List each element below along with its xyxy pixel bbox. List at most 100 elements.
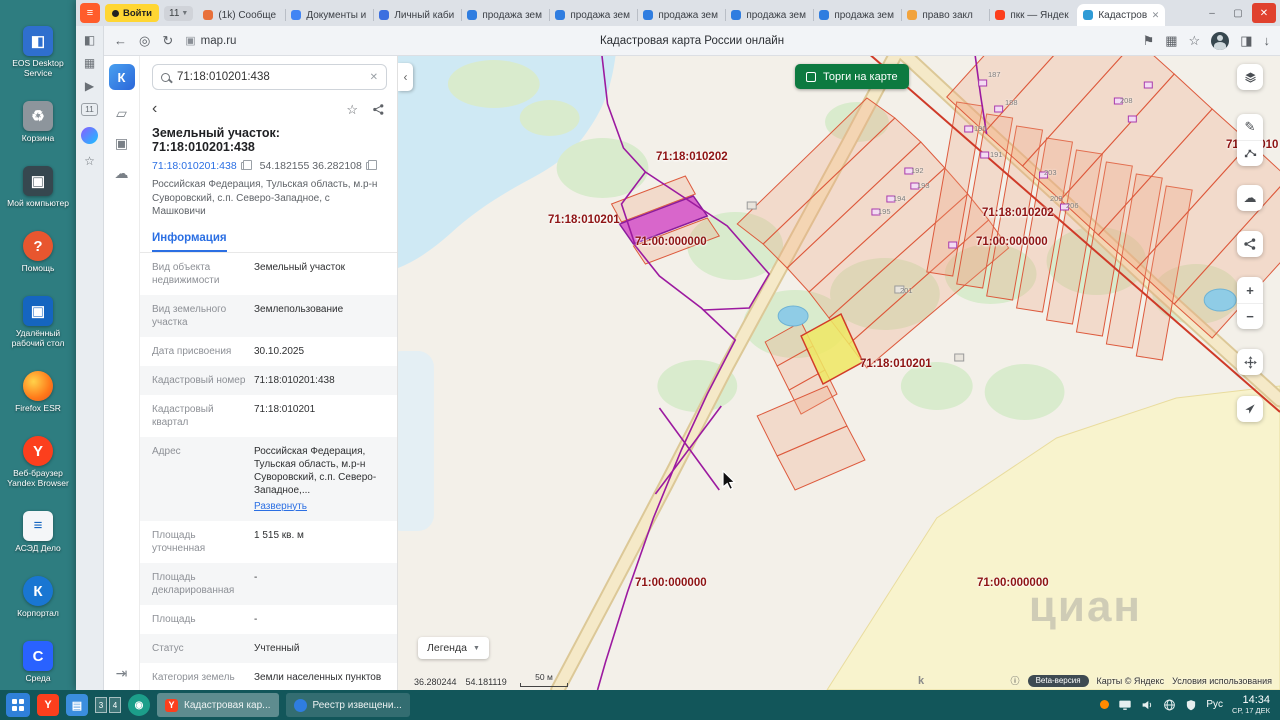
language-indicator[interactable]: Рус: [1206, 699, 1223, 710]
side-panel-icon[interactable]: ◨: [1240, 34, 1252, 47]
browser-tab[interactable]: продажа зем: [637, 4, 725, 26]
flag-icon[interactable]: ⚑: [1143, 34, 1155, 47]
legend-button[interactable]: Легенда ▼: [418, 637, 489, 659]
profile-avatar[interactable]: [1211, 32, 1229, 50]
share-map-button[interactable]: [1237, 231, 1263, 257]
layers-icon: [1243, 70, 1258, 85]
bookmarks-star-icon[interactable]: ☆: [84, 155, 95, 167]
browser-tab[interactable]: Кадастров...✕: [1077, 4, 1165, 26]
building-number: 192: [911, 166, 924, 175]
search-input[interactable]: [177, 71, 363, 83]
desktop-icon[interactable]: ▣Мой компьютер: [1, 166, 75, 209]
building-number: 203: [1044, 168, 1057, 177]
search-box[interactable]: ✕: [152, 64, 387, 90]
desktop-icon[interactable]: ?Помощь: [1, 231, 75, 274]
download-map-button[interactable]: ☁: [1237, 185, 1263, 211]
desktop-icon[interactable]: ≡АСЭД Дело: [1, 511, 75, 554]
map-canvas[interactable]: [398, 56, 1280, 690]
alice-icon[interactable]: [81, 127, 98, 144]
desktop-icon[interactable]: ♻Корзина: [1, 101, 75, 144]
collapse-panel-button[interactable]: ‹: [398, 63, 413, 91]
sidebar-toggle-icon[interactable]: ◧: [84, 34, 95, 46]
expand-link[interactable]: Развернуть: [254, 500, 385, 513]
collapse-panel-icon[interactable]: ⇥: [116, 666, 128, 680]
workspace-4[interactable]: 4: [109, 697, 121, 713]
start-menu-button[interactable]: [6, 693, 30, 717]
zoom-out-button[interactable]: −: [1237, 303, 1263, 329]
desktop-icon[interactable]: ССреда: [1, 641, 75, 684]
taskbar-map-icon[interactable]: ◉: [128, 694, 150, 716]
measure-button[interactable]: ✎: [1237, 114, 1263, 140]
panel-back-button[interactable]: ‹: [152, 101, 157, 117]
back-icon[interactable]: ←: [114, 34, 127, 47]
frame-icon[interactable]: ▣: [115, 136, 128, 150]
copy-icon[interactable]: [241, 162, 248, 170]
info-row: СтатусУчтенный: [140, 634, 397, 663]
browser-tab[interactable]: продажа зем: [813, 4, 901, 26]
taskbar-window-registry[interactable]: Реестр извещени...: [286, 693, 410, 717]
share-icon[interactable]: [372, 103, 385, 116]
maximize-button[interactable]: ▢: [1226, 3, 1250, 23]
yandex-disk-icon[interactable]: [1100, 700, 1109, 709]
desktop-icon[interactable]: ▣Удалённый рабочий стол: [1, 296, 75, 349]
browser-tab[interactable]: продажа зем: [549, 4, 637, 26]
desktop-icon[interactable]: ◧EOS Desktop Service: [1, 26, 75, 79]
browser-tab[interactable]: право закл: [901, 4, 989, 26]
browser-tab[interactable]: продажа зем: [461, 4, 549, 26]
zoom-in-button[interactable]: +: [1237, 277, 1263, 303]
desktop-icon[interactable]: YВеб-браузер Yandex Browser: [1, 436, 75, 489]
pan-button[interactable]: [1237, 349, 1263, 375]
measure-icon[interactable]: ▱: [116, 106, 127, 120]
display-icon[interactable]: [1118, 697, 1132, 713]
browser-tab[interactable]: продажа зем: [725, 4, 813, 26]
tab-close-icon[interactable]: ✕: [1152, 10, 1160, 21]
play-icon[interactable]: ▶: [85, 80, 94, 92]
browser-tab[interactable]: пкк — Яндек: [989, 4, 1077, 26]
clock[interactable]: 14:34 СР, 17 ДЕК: [1232, 694, 1274, 715]
tab-counter-button[interactable]: 11 ▼: [164, 6, 193, 21]
layers-button[interactable]: [1237, 64, 1263, 90]
edit-polygon-button[interactable]: [1237, 140, 1263, 166]
cloud-icon[interactable]: ☁: [115, 166, 129, 180]
tableau-icon[interactable]: ▦: [84, 57, 95, 69]
workspace-3[interactable]: 3: [95, 697, 107, 713]
coordinates-link[interactable]: 54.182155 36.282108: [260, 160, 373, 172]
shield-icon[interactable]: [1185, 697, 1197, 713]
info-icon[interactable]: ⓘ: [1011, 674, 1020, 687]
copy-icon[interactable]: [366, 162, 373, 170]
address-field[interactable]: ▣ map.ru: [185, 34, 236, 47]
volume-icon[interactable]: [1141, 697, 1154, 713]
workspace-pager[interactable]: 3 4: [95, 697, 121, 713]
calendar-badge[interactable]: 11: [81, 103, 98, 116]
login-button[interactable]: Войти: [105, 4, 159, 22]
downloads-icon[interactable]: ↓: [1264, 34, 1271, 47]
torgi-button[interactable]: Торги на карте: [795, 64, 909, 89]
taskbar-window-cadastral[interactable]: Y Кадастровая кар...: [157, 693, 279, 717]
tab-count: 11: [169, 8, 179, 19]
desktop-icon[interactable]: Firefox ESR: [1, 371, 75, 414]
site-logo[interactable]: К: [109, 64, 135, 90]
building-number: 190: [974, 124, 987, 133]
browser-tab[interactable]: (1k) Сообще: [197, 4, 285, 26]
taskbar-yandex-icon[interactable]: Y: [37, 694, 59, 716]
browser-tab[interactable]: Документы и: [285, 4, 373, 26]
terms-link[interactable]: Условия использования: [1172, 676, 1272, 686]
close-button[interactable]: ✕: [1252, 3, 1276, 23]
site-protect-icon[interactable]: ◎: [139, 34, 150, 47]
clear-search-icon[interactable]: ✕: [370, 72, 378, 83]
locate-button[interactable]: [1237, 396, 1263, 422]
taskbar-files-icon[interactable]: ▤: [66, 694, 88, 716]
favorite-star-icon[interactable]: ☆: [346, 103, 358, 116]
building-number: 191: [990, 150, 1003, 159]
reload-icon[interactable]: ↻: [162, 34, 173, 47]
cadastral-number-link[interactable]: 71:18:010201:438: [152, 160, 248, 172]
bookmark-star-icon[interactable]: ☆: [1189, 34, 1201, 47]
desktop-icon[interactable]: ККорпортал: [1, 576, 75, 619]
tab-information[interactable]: Информация: [152, 227, 227, 252]
map-area[interactable]: 71:18:01020271:18:01020171:00:00000071:1…: [398, 56, 1280, 690]
network-icon[interactable]: [1163, 697, 1176, 713]
browser-menu-icon[interactable]: ≡: [80, 3, 100, 23]
minimize-button[interactable]: –: [1200, 3, 1224, 23]
browser-tab[interactable]: Личный каби: [373, 4, 461, 26]
tiles-icon[interactable]: ▦: [1165, 34, 1177, 47]
